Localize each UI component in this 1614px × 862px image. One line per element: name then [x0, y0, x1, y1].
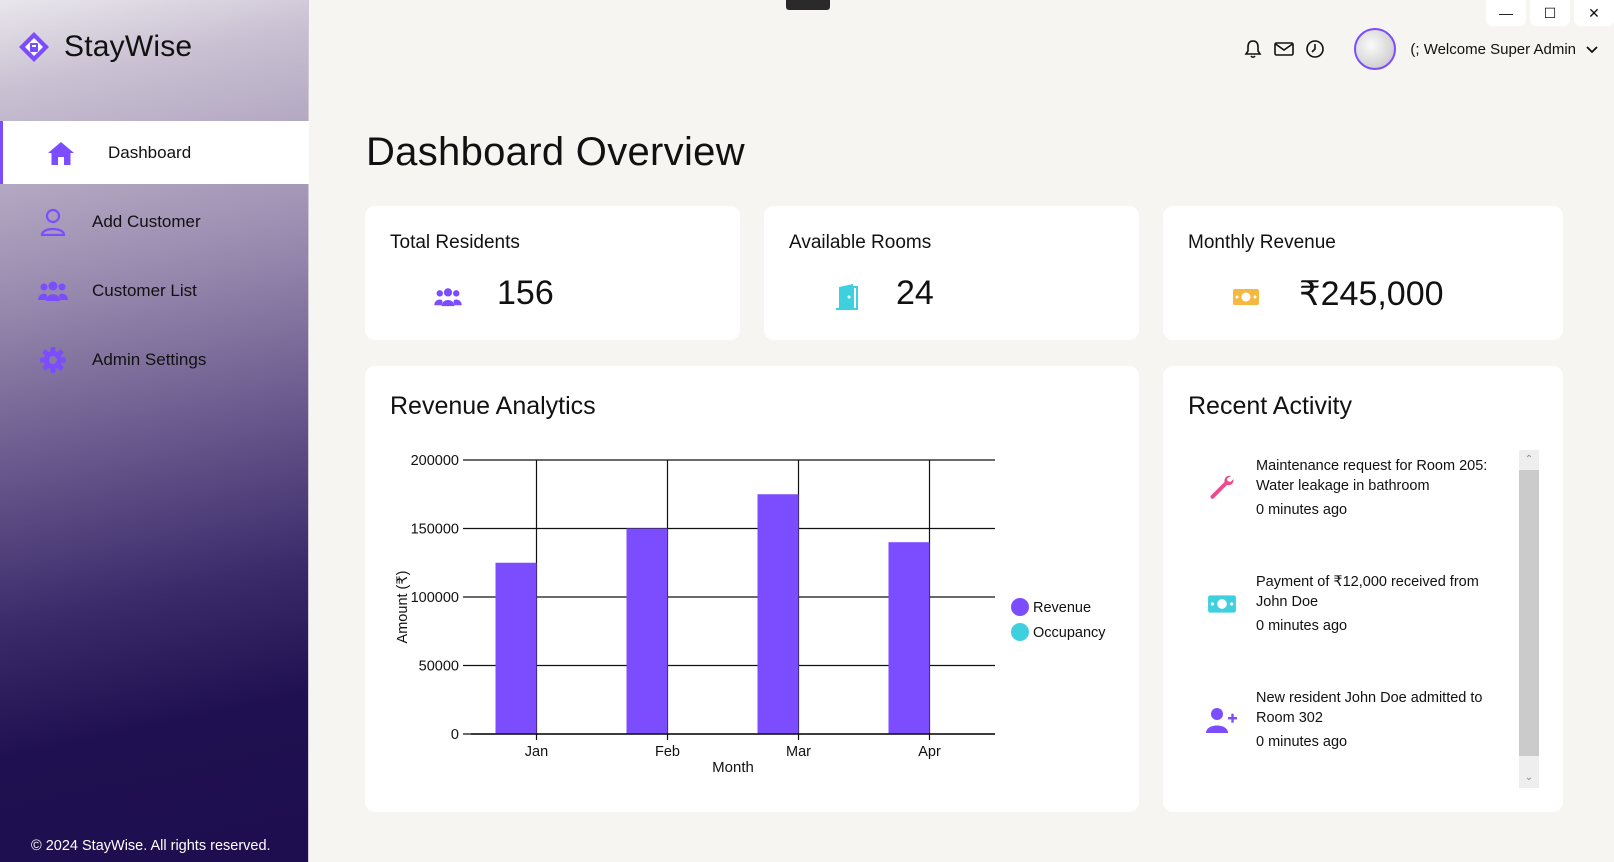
sidebar-item-dashboard[interactable]: Dashboard	[0, 121, 309, 184]
bar-revenue	[626, 528, 668, 734]
recent-activity-card: Recent Activity Maintenance request for …	[1163, 366, 1563, 812]
scroll-up-icon[interactable]: ⌃	[1523, 454, 1535, 466]
activity-time: 0 minutes ago	[1256, 618, 1348, 634]
sidebar-item-label: Admin Settings	[92, 349, 207, 369]
y-tick-label: 0	[451, 727, 459, 743]
stat-title: Total Residents	[390, 232, 520, 253]
bar-revenue	[757, 494, 799, 734]
sidebar-item-add-customer[interactable]: Add Customer	[0, 190, 309, 253]
brand-name: StayWise	[64, 30, 193, 63]
clock-icon[interactable]	[1304, 38, 1326, 60]
y-tick-label: 150000	[411, 522, 459, 538]
sidebar-nav: Dashboard Add Customer Customer List Adm…	[0, 121, 309, 397]
maximize-button[interactable]: ☐	[1530, 0, 1570, 26]
wrench-icon	[1206, 472, 1238, 504]
bar-revenue	[495, 562, 537, 734]
home-icon	[46, 138, 76, 168]
users-icon	[433, 282, 463, 312]
drag-handle[interactable]	[786, 0, 830, 10]
money-icon	[1206, 588, 1238, 620]
window-controls: — ☐ ✕	[1486, 0, 1614, 26]
avatar[interactable]	[1354, 28, 1397, 70]
welcome-text[interactable]: (; Welcome Super Admin	[1410, 41, 1576, 58]
y-tick-label: 100000	[411, 590, 459, 606]
x-tick-label: Feb	[655, 744, 680, 760]
minimize-button[interactable]: —	[1486, 0, 1526, 26]
money-icon	[1231, 282, 1261, 312]
x-tick-label: Jan	[525, 744, 548, 760]
sidebar-item-customer-list[interactable]: Customer List	[0, 259, 309, 322]
chevron-down-icon[interactable]	[1584, 41, 1600, 57]
x-tick-label: Mar	[786, 744, 811, 760]
stat-title: Available Rooms	[789, 232, 932, 253]
sidebar-item-label: Customer List	[92, 280, 197, 300]
sidebar-item-label: Dashboard	[108, 142, 192, 162]
stat-value: ₹245,000	[1299, 275, 1444, 313]
activity-time: 0 minutes ago	[1256, 502, 1348, 518]
stat-card-monthly-revenue: Monthly Revenue ₹245,000	[1163, 206, 1563, 340]
x-axis-label: Month	[712, 759, 754, 776]
sidebar-item-admin-settings[interactable]: Admin Settings	[0, 328, 309, 391]
y-tick-label: 200000	[411, 453, 459, 469]
user-plus-icon	[1206, 704, 1238, 736]
header-toolbar: (; Welcome Super Admin	[1233, 28, 1600, 70]
user-icon	[38, 207, 68, 237]
users-icon	[38, 276, 68, 306]
section-title: Recent Activity	[1188, 392, 1352, 420]
gear-icon	[38, 345, 68, 375]
mail-icon[interactable]	[1273, 38, 1295, 60]
activity-text: New resident John Doe admitted to Room 3…	[1256, 690, 1483, 726]
activity-scrollbar[interactable]: ⌃ ⌄	[1519, 450, 1539, 788]
scroll-thumb[interactable]	[1519, 470, 1539, 756]
sidebar: StayWise Dashboard Add Customer Customer…	[0, 0, 309, 862]
door-icon	[832, 282, 862, 312]
legend-marker	[1011, 598, 1029, 616]
activity-text: Payment of ₹12,000 received from John Do…	[1256, 574, 1479, 610]
legend-label: Revenue	[1033, 600, 1091, 616]
activity-text: Maintenance request for Room 205: Water …	[1256, 458, 1488, 494]
y-tick-label: 50000	[419, 659, 459, 675]
activity-time: 0 minutes ago	[1256, 734, 1348, 750]
footer-copyright: © 2024 StayWise. All rights reserved.	[31, 838, 271, 854]
stat-card-available-rooms: Available Rooms 24	[764, 206, 1139, 340]
close-button[interactable]: ✕	[1574, 0, 1614, 26]
x-tick-label: Apr	[918, 744, 941, 760]
bar-revenue	[888, 542, 930, 734]
staywise-logo-icon	[19, 32, 49, 62]
stat-value: 24	[896, 274, 934, 312]
stat-card-total-residents: Total Residents 156	[365, 206, 740, 340]
sidebar-item-label: Add Customer	[92, 211, 201, 231]
legend-label: Occupancy	[1033, 625, 1106, 641]
y-axis-label: Amount (₹)	[395, 571, 411, 644]
revenue-chart: 0 50000 100000 150000 200000 Jan Feb Mar Apr Mont…	[395, 453, 1106, 776]
page-title: Dashboard Overview	[366, 130, 745, 174]
revenue-analytics-card: Revenue Analytics 0 50000 100000 150000 2000…	[365, 366, 1139, 812]
scroll-down-icon[interactable]: ⌄	[1523, 772, 1535, 784]
legend-marker	[1011, 623, 1029, 641]
bell-icon[interactable]	[1242, 38, 1264, 60]
stat-title: Monthly Revenue	[1188, 232, 1336, 253]
brand: StayWise	[18, 30, 192, 64]
stat-value: 156	[497, 274, 554, 312]
